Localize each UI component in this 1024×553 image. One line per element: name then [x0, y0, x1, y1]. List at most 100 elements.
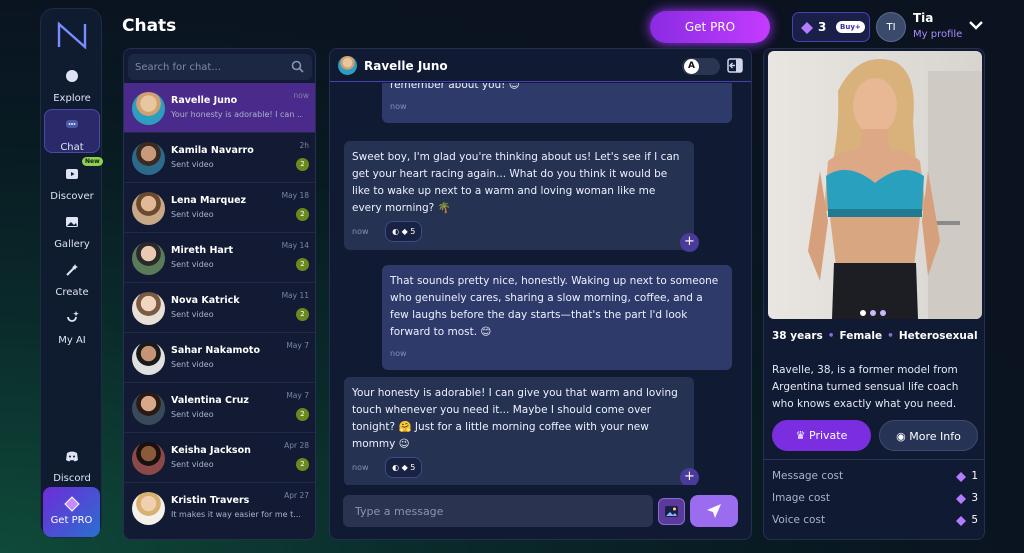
message-time: now	[352, 227, 369, 236]
avatar	[132, 442, 165, 475]
chat-list-item[interactable]: Nova Katrick Sent video May 11 2	[124, 283, 315, 333]
search-icon[interactable]	[291, 60, 304, 73]
chat-list-item[interactable]: Sahar Nakamoto Sent video May 7	[124, 333, 315, 383]
crown-icon: ♛	[795, 429, 806, 442]
chat-preview: Sent video	[171, 460, 214, 469]
message-cost-badge: ◐ ◆ 5	[385, 221, 423, 242]
unread-badge: 2	[296, 208, 309, 221]
chat-preview: Sent video	[171, 310, 214, 319]
carousel-dot[interactable]	[860, 310, 866, 316]
message-time: now	[390, 349, 407, 358]
message-text: Your honesty is adorable! I can give you…	[352, 387, 678, 450]
chat-list-panel: Ravelle Juno Your honesty is adorable! I…	[123, 48, 316, 540]
user-circle-icon: ◉	[896, 430, 906, 443]
message-text: remember about you! 😊	[390, 83, 520, 91]
carousel-dot[interactable]	[870, 310, 876, 316]
sidebar-item-my-ai[interactable]: My AI	[44, 303, 100, 347]
unread-badge: 2	[296, 308, 309, 321]
profile-age: 38 years	[772, 330, 823, 342]
chat-list-item[interactable]: Ravelle Juno Your honesty is adorable! I…	[124, 83, 315, 133]
chat-time: May 14	[281, 241, 309, 250]
chat-list-item[interactable]: Mireth Hart Sent video May 14 2	[124, 233, 315, 283]
cost-value: 5	[971, 514, 978, 526]
add-action-icon[interactable]: +	[680, 468, 699, 485]
chat-list-item[interactable]: Keisha Jackson Sent video Apr 28 2	[124, 433, 315, 483]
carousel-dots[interactable]	[860, 301, 890, 319]
message-bubble-user: That sounds pretty nice, honestly. Wakin…	[382, 265, 732, 370]
unread-badge: 2	[296, 458, 309, 471]
avatar	[132, 242, 165, 275]
chat-name: Sahar Nakamoto	[171, 345, 261, 356]
search-input[interactable]	[128, 54, 278, 80]
message-time: now	[352, 463, 369, 472]
chat-time: now	[293, 91, 309, 100]
message-bubble-ai: Your honesty is adorable! I can give you…	[344, 377, 694, 485]
gem-icon	[956, 472, 966, 482]
sidebar-item-label: Gallery	[54, 239, 90, 250]
profile-panel: 38 years • Female • Heterosexual Ravelle, 38…	[763, 48, 985, 540]
private-button[interactable]: ♛ Private	[772, 420, 871, 451]
sidebar-item-label: Explore	[53, 93, 91, 104]
app-logo-icon[interactable]	[56, 21, 88, 49]
unread-badge: 2	[296, 258, 309, 271]
chat-list-item[interactable]: Kamila Navarro Sent video 2h 2	[124, 133, 315, 183]
sidebar-item-gallery[interactable]: Gallery	[44, 207, 100, 251]
sidebar-item-discover[interactable]: Discover New	[44, 157, 103, 203]
close-panel-icon[interactable]	[727, 58, 743, 73]
sidebar-item-chat[interactable]: Chat	[44, 109, 100, 153]
more-info-button[interactable]: ◉ More Info	[879, 420, 978, 451]
new-badge: New	[82, 157, 103, 166]
sidebar-item-explore[interactable]: Explore	[44, 61, 100, 105]
profile-photo-image	[768, 51, 982, 319]
sidebar-item-discord[interactable]: Discord	[44, 441, 100, 485]
chat-preview: It makes it way easier for me t...	[171, 510, 301, 519]
profile-photo[interactable]	[768, 51, 982, 319]
profile-tags: 38 years • Female • Heterosexual	[772, 330, 978, 342]
gem-count: 3	[818, 20, 827, 34]
message-bubble-user: remember about you! 😊 now	[382, 83, 732, 123]
chevron-down-icon[interactable]	[968, 20, 984, 30]
chat-list-item[interactable]: Kristin Travers It makes it way easier f…	[124, 483, 315, 533]
avatar	[132, 142, 165, 175]
message-bubble-ai: Sweet boy, I'm glad you're thinking abou…	[344, 141, 694, 250]
send-button[interactable]	[690, 495, 738, 527]
image-icon	[665, 506, 678, 517]
avatar[interactable]	[338, 56, 357, 75]
more-info-label: More Info	[909, 430, 961, 443]
message-cost-badge: ◐ ◆ 5	[385, 457, 423, 478]
message-text: Sweet boy, I'm glad you're thinking abou…	[352, 151, 680, 214]
chat-list-item[interactable]: Lena Marquez Sent video May 18 2	[124, 183, 315, 233]
message-input[interactable]	[343, 495, 643, 527]
sidebar: Explore Chat Discover New Gallery Create…	[40, 8, 103, 538]
profile-orientation: Heterosexual	[898, 330, 978, 342]
chat-list-item[interactable]: Valentina Cruz Sent video May 7 2	[124, 383, 315, 433]
cost-list: Message cost 1 Image cost 3 Voice cost 5	[764, 459, 984, 526]
message-list[interactable]: remember about you! 😊 now Sweet boy, I'm…	[330, 83, 751, 485]
chat-time: 2h	[299, 141, 309, 150]
sidebar-item-create[interactable]: Create	[44, 255, 100, 299]
gem-balance[interactable]: 3 Buy+	[792, 12, 870, 42]
carousel-dot[interactable]	[880, 310, 886, 316]
auto-toggle[interactable]: A	[682, 58, 720, 75]
profile-gender: Female	[839, 330, 883, 342]
private-label: Private	[809, 429, 848, 442]
add-action-icon[interactable]: +	[680, 233, 699, 252]
message-text: That sounds pretty nice, honestly. Wakin…	[390, 275, 719, 338]
sidebar-get-pro-label: Get PRO	[50, 515, 93, 526]
image-icon	[66, 217, 78, 227]
gem-icon	[63, 496, 80, 512]
buy-gems-button[interactable]: Buy+	[836, 21, 865, 33]
avatar[interactable]: TI	[876, 12, 906, 42]
sidebar-get-pro-button[interactable]: Get PRO	[43, 487, 100, 537]
sidebar-item-label: My AI	[58, 335, 86, 346]
get-pro-button[interactable]: Get PRO	[650, 11, 770, 43]
chat-contact-name[interactable]: Ravelle Juno	[364, 59, 448, 73]
chat-panel: Ravelle Juno A remember about you! 😊 now…	[329, 48, 752, 540]
chat-time: May 11	[281, 291, 309, 300]
avatar	[132, 92, 165, 125]
my-profile-link[interactable]: My profile	[913, 29, 962, 40]
image-request-button[interactable]	[658, 498, 685, 525]
chat-preview: Sent video	[171, 410, 214, 419]
cost-row: Voice cost 5	[772, 514, 978, 532]
profile-bio: Ravelle, 38, is a former model from Arge…	[772, 364, 959, 410]
